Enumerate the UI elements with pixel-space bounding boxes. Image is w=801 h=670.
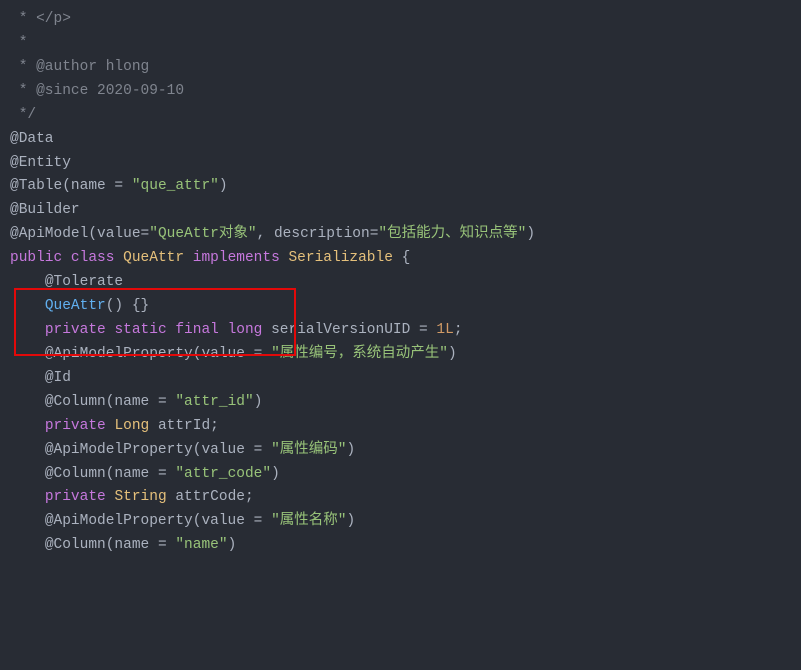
code-token — [114, 250, 123, 266]
code-line: private String attrCode; — [10, 486, 791, 510]
code-token: ) — [254, 394, 263, 410]
code-token: @ApiModelProperty — [45, 513, 193, 529]
code-token: ) — [271, 466, 280, 482]
code-line: @Tolerate — [10, 271, 791, 295]
code-token: private — [45, 489, 106, 505]
code-line: @Table(name = "que_attr") — [10, 175, 791, 199]
code-token: "属性编码" — [271, 442, 346, 458]
code-token — [184, 250, 193, 266]
code-line: @Data — [10, 128, 791, 152]
code-line: QueAttr() {} — [10, 295, 791, 319]
code-token: ) — [448, 346, 457, 362]
code-token: @Id — [45, 370, 71, 386]
code-token: @Entity — [10, 155, 71, 171]
code-token: serialVersionUID = — [262, 322, 436, 338]
code-block: * </p> * * @author hlong * @since 2020-0… — [10, 8, 791, 558]
code-line: * @author hlong — [10, 56, 791, 80]
code-token: long — [228, 322, 263, 338]
code-token: @Builder — [10, 202, 80, 218]
code-token: 1L — [436, 322, 453, 338]
code-token: ) — [219, 178, 228, 194]
code-line: @Column(name = "attr_id") — [10, 391, 791, 415]
code-line: private Long attrId; — [10, 415, 791, 439]
code-token: Long — [114, 418, 149, 434]
code-token: */ — [19, 107, 36, 123]
code-token: { — [393, 250, 410, 266]
code-token: * </p> — [19, 11, 71, 27]
code-line: @ApiModelProperty(value = "属性名称") — [10, 510, 791, 534]
code-token: @Table — [10, 178, 62, 194]
code-token: ) — [346, 513, 355, 529]
code-line: * — [10, 32, 791, 56]
code-token: "QueAttr对象" — [149, 226, 256, 242]
code-line: public class QueAttr implements Serializ… — [10, 247, 791, 271]
code-line: @Column(name = "attr_code") — [10, 463, 791, 487]
code-token: QueAttr — [123, 250, 184, 266]
code-token: @ApiModelProperty — [45, 442, 193, 458]
code-token: @Column — [45, 394, 106, 410]
code-token — [219, 322, 228, 338]
code-token: * @since 2020-09-10 — [19, 83, 184, 99]
code-token: ) — [526, 226, 535, 242]
code-token: @ApiModelProperty — [45, 346, 193, 362]
code-line: */ — [10, 104, 791, 128]
code-token: (name = — [62, 178, 132, 194]
code-token: public — [10, 250, 62, 266]
code-line: @Entity — [10, 152, 791, 176]
code-token: (value = — [193, 442, 271, 458]
code-line: @ApiModelProperty(value = "属性编码") — [10, 439, 791, 463]
code-line: * </p> — [10, 8, 791, 32]
code-token: "包括能力、知识点等" — [378, 226, 526, 242]
code-token: "属性名称" — [271, 513, 346, 529]
code-token: attrId; — [149, 418, 219, 434]
code-token: String — [114, 489, 166, 505]
code-line: @Column(name = "name") — [10, 534, 791, 558]
code-token: private — [45, 322, 106, 338]
code-token: final — [175, 322, 219, 338]
code-token: (name = — [106, 394, 176, 410]
code-token: (name = — [106, 537, 176, 553]
code-token: () {} — [106, 298, 150, 314]
code-token: "attr_id" — [175, 394, 253, 410]
code-token: , description= — [257, 226, 379, 242]
code-token: (value= — [88, 226, 149, 242]
code-token: static — [114, 322, 166, 338]
code-token: * @author hlong — [19, 59, 150, 75]
code-token: "attr_code" — [175, 466, 271, 482]
code-token: (value = — [193, 513, 271, 529]
code-token: implements — [193, 250, 280, 266]
code-token: private — [45, 418, 106, 434]
code-token: * — [19, 35, 28, 51]
code-token: @Data — [10, 131, 54, 147]
code-token: attrCode; — [167, 489, 254, 505]
code-token: @Tolerate — [45, 274, 123, 290]
code-token: @Column — [45, 466, 106, 482]
code-token: ; — [454, 322, 463, 338]
code-token: @ApiModel — [10, 226, 88, 242]
code-line: * @since 2020-09-10 — [10, 80, 791, 104]
code-token: Serializable — [288, 250, 392, 266]
code-token: (value = — [193, 346, 271, 362]
code-line: @ApiModel(value="QueAttr对象", description… — [10, 223, 791, 247]
code-token: QueAttr — [45, 298, 106, 314]
code-token: @Column — [45, 537, 106, 553]
code-line: @ApiModelProperty(value = "属性编号，系统自动产生") — [10, 343, 791, 367]
code-token: "name" — [175, 537, 227, 553]
code-token: "属性编号，系统自动产生" — [271, 346, 448, 362]
code-token: (name = — [106, 466, 176, 482]
code-line: private static final long serialVersionU… — [10, 319, 791, 343]
code-line: @Id — [10, 367, 791, 391]
code-token: ) — [346, 442, 355, 458]
code-token: "que_attr" — [132, 178, 219, 194]
code-line: @Builder — [10, 199, 791, 223]
code-token: class — [71, 250, 115, 266]
code-token — [62, 250, 71, 266]
code-token: ) — [228, 537, 237, 553]
